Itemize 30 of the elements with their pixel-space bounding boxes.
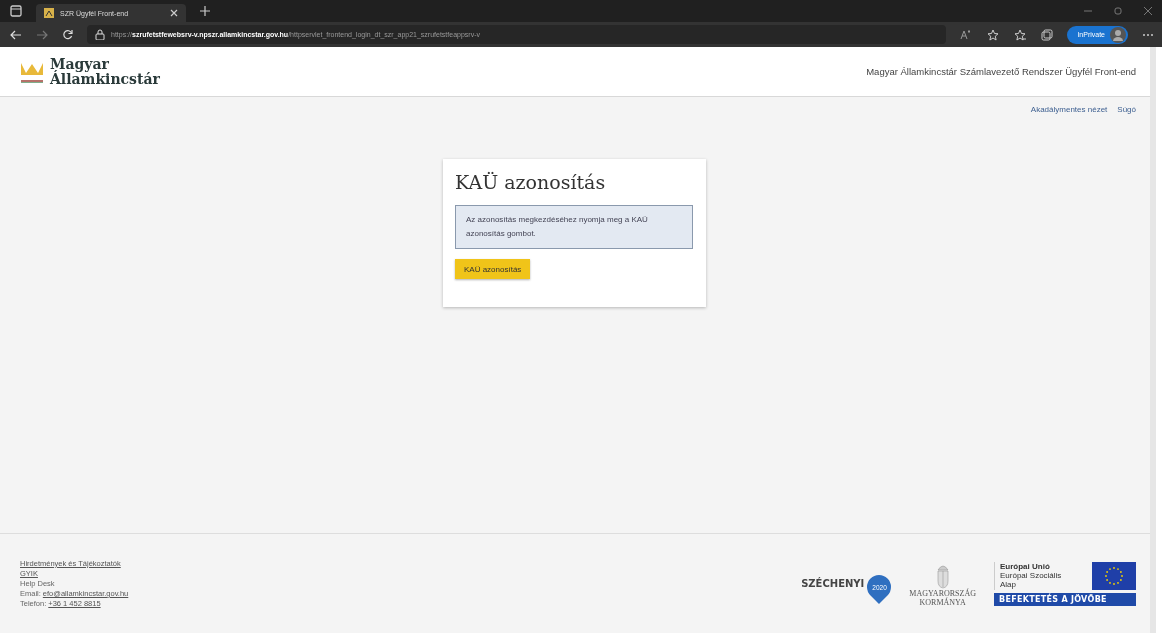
restore-icon[interactable] <box>1114 7 1122 15</box>
kau-login-button[interactable]: KAÜ azonosítás <box>455 259 531 279</box>
star-icon[interactable] <box>987 28 1001 41</box>
tab-actions-icon[interactable] <box>10 5 22 17</box>
close-icon[interactable] <box>170 9 178 17</box>
slogan-banner: BEFEKTETÉS A JÖVŐBE <box>994 592 1136 606</box>
card-title: KAÜ azonosítás <box>455 171 607 193</box>
close-icon[interactable] <box>1144 7 1152 15</box>
logo-text: Magyar <box>50 56 109 72</box>
eu-fund-text: Európai Szociális Alap <box>1000 571 1063 589</box>
avatar-icon <box>1110 26 1126 43</box>
government-text: MAGYARORSZÁG <box>909 588 976 598</box>
government-text: KORMÁNYA <box>919 597 966 607</box>
new-tab-icon[interactable] <box>200 6 210 16</box>
refresh-icon[interactable] <box>62 29 73 40</box>
header-link[interactable]: Akadálymentes nézet <box>1030 105 1108 114</box>
eu-flag-icon <box>1092 561 1136 590</box>
favorites-icon[interactable] <box>1014 28 1028 41</box>
more-icon[interactable] <box>1142 32 1154 37</box>
app-title: Magyar Államkincstár Számlavezető Rendszer Ügyfél Front-end <box>866 66 1136 77</box>
logo-text: Államkincstár <box>50 71 160 87</box>
collections-icon[interactable] <box>1041 28 1054 41</box>
forward-icon[interactable] <box>36 29 48 40</box>
info-message: Az azonosítás megkezdéséhez nyomja meg a KAÜ azonosítás gombot. <box>455 205 693 249</box>
favicon-icon <box>44 8 54 18</box>
lock-icon <box>95 29 105 40</box>
back-icon[interactable] <box>10 29 22 40</box>
eu-title: Európai Unió <box>1000 562 1051 571</box>
szechenyi-logo-text: SZÉCHENYI <box>801 578 865 589</box>
header-link[interactable]: Súgó <box>1117 105 1136 114</box>
